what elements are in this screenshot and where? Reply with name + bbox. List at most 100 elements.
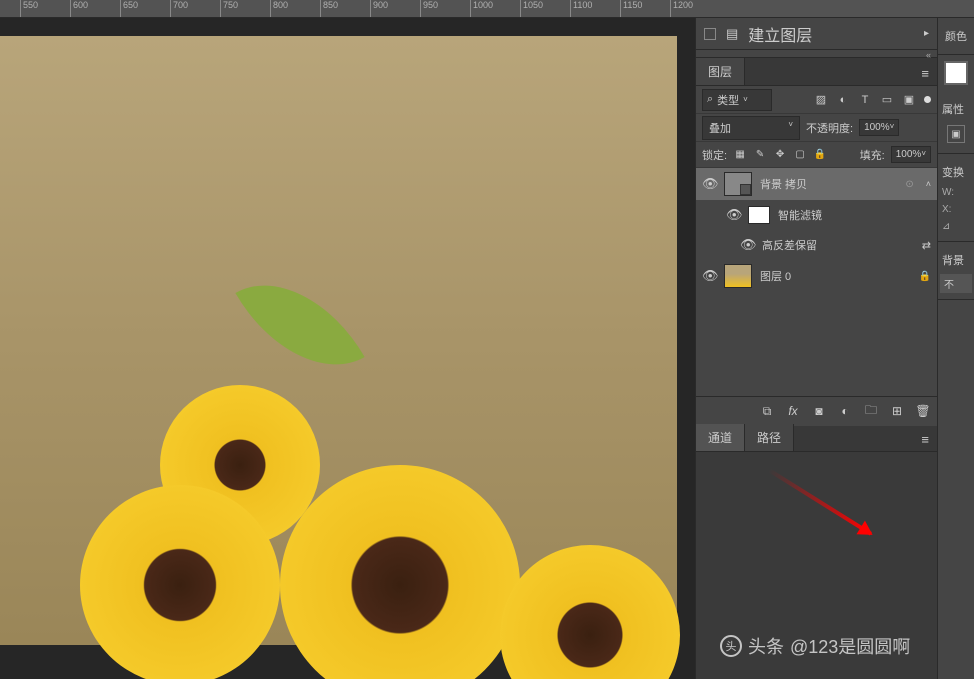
angle-icon: ⊿: [942, 221, 950, 232]
filter-pixel-icon[interactable]: ▨: [814, 93, 828, 107]
layer-thumbnail[interactable]: [724, 264, 752, 288]
tab-color[interactable]: 颜色: [938, 18, 974, 55]
fill-value: 100%: [896, 149, 922, 160]
layers-bottom-toolbar: ⧉ fx ◙ ◐ 🗀 ⊞ 🗑: [696, 396, 937, 426]
smart-filter-badge-icon[interactable]: ⊙: [905, 179, 913, 190]
layer-item-layer-0[interactable]: 👁 图层 0 🔒: [696, 260, 937, 292]
checkbox-icon[interactable]: [704, 28, 716, 40]
ruler-tick: 900: [370, 0, 388, 18]
visibility-eye-icon[interactable]: 👁: [740, 237, 754, 253]
panels-sidebar: ▤ 建立图层 ▸ « 图层 ≡ ⌕ 类型 ˅ ▨ ◐ T ▭ ▣: [695, 18, 937, 679]
canvas-workspace[interactable]: [0, 18, 695, 679]
ruler-horizontal: 550 600 650 700 750 800 850 900 950 1000…: [0, 0, 974, 18]
link-layers-icon[interactable]: ⧉: [759, 403, 775, 419]
background-label: 背景: [940, 248, 972, 272]
properties-thumbnail-icon[interactable]: ▣: [947, 125, 965, 143]
opacity-label: 不透明度:: [806, 120, 853, 136]
chevron-down-icon: ˅: [890, 122, 895, 133]
panel-menu-icon[interactable]: ≡: [913, 428, 937, 451]
filter-blending-options-icon[interactable]: ⇄: [922, 239, 931, 252]
filter-adjustment-icon[interactable]: ◐: [836, 93, 850, 107]
ruler-tick: 600: [70, 0, 88, 18]
blend-mode-row: 叠加 ˅ 不透明度: 100% ˅: [696, 114, 937, 142]
chevron-down-icon: ˅: [743, 95, 748, 104]
layers-panel-tabs: 图层 ≡: [696, 58, 937, 86]
layer-item-smart-filters[interactable]: 👁 智能滤镜: [696, 200, 937, 230]
search-icon: ⌕: [707, 93, 713, 106]
lock-position-icon[interactable]: ✥: [773, 148, 787, 162]
ruler-tick: 750: [220, 0, 238, 18]
lock-label: 锁定:: [702, 147, 727, 163]
image-content: [500, 545, 680, 679]
canvas-image[interactable]: [0, 36, 677, 645]
background-value-dropdown[interactable]: 不: [940, 274, 972, 293]
collapse-chevron-icon[interactable]: ▸: [924, 28, 929, 39]
layer-item-high-pass-filter[interactable]: 👁 高反差保留 ⇄: [696, 230, 937, 260]
tab-paths[interactable]: 路径: [745, 424, 794, 451]
layer-name-label[interactable]: 图层 0: [760, 268, 911, 284]
document-icon: ▤: [726, 26, 738, 42]
rightmost-dock: 颜色 属性 ▣ 变换 W: X: ⊿ 背景 不: [937, 18, 974, 679]
adjustment-layer-icon[interactable]: ◐: [837, 403, 853, 419]
ruler-tick: 950: [420, 0, 438, 18]
ruler-tick: 800: [270, 0, 288, 18]
tab-layers[interactable]: 图层: [696, 58, 745, 85]
filter-mask-thumbnail[interactable]: [748, 206, 770, 224]
ruler-tick: 700: [170, 0, 188, 18]
layer-name-label[interactable]: 智能滤镜: [778, 207, 931, 223]
layer-group-icon[interactable]: 🗀: [863, 403, 879, 419]
new-layer-icon[interactable]: ⊞: [889, 403, 905, 419]
image-content: [80, 485, 280, 679]
delete-layer-icon[interactable]: 🗑: [915, 403, 931, 419]
ruler-tick: 1000: [470, 0, 493, 18]
chevron-down-icon: ˅: [921, 149, 926, 160]
ruler-tick: 850: [320, 0, 338, 18]
chevron-down-icon: ˅: [788, 120, 793, 136]
visibility-eye-icon[interactable]: 👁: [702, 176, 716, 192]
lock-all-icon[interactable]: 🔒: [813, 148, 827, 162]
collapse-double-chevron-icon[interactable]: «: [926, 50, 931, 57]
visibility-eye-icon[interactable]: 👁: [702, 268, 716, 284]
lock-transparency-icon[interactable]: ▦: [733, 148, 747, 162]
history-state-label[interactable]: 建立图层: [748, 22, 812, 46]
panel-menu-icon[interactable]: ≡: [913, 62, 937, 85]
width-label: W:: [942, 187, 954, 198]
layer-item-background-copy[interactable]: 👁 背景 拷贝 ⊙ ˄: [696, 168, 937, 200]
image-content: [235, 253, 364, 397]
layer-name-label[interactable]: 背景 拷贝: [760, 176, 897, 192]
filter-type-label: 类型: [717, 92, 739, 108]
filter-shape-icon[interactable]: ▭: [880, 93, 894, 107]
filter-smartobj-icon[interactable]: ▣: [902, 93, 916, 107]
blend-mode-value: 叠加: [709, 120, 731, 136]
foreground-color-swatch[interactable]: [944, 61, 968, 85]
filter-type-icon[interactable]: T: [858, 93, 872, 107]
history-panel-header: ▤ 建立图层 ▸: [696, 18, 937, 50]
fill-label: 填充:: [860, 147, 885, 163]
ruler-tick: 550: [20, 0, 38, 18]
layer-effects-icon[interactable]: fx: [785, 403, 801, 419]
opacity-value: 100%: [864, 122, 890, 133]
lock-row: 锁定: ▦ ✎ ✥ ▢ 🔒 填充: 100% ˅: [696, 142, 937, 168]
layer-expand-caret-icon[interactable]: ˄: [926, 179, 931, 189]
blend-mode-dropdown[interactable]: 叠加 ˅: [702, 116, 800, 140]
filter-toggle-switch[interactable]: [924, 96, 931, 103]
lock-icon[interactable]: 🔒: [919, 271, 931, 282]
opacity-input[interactable]: 100% ˅: [859, 119, 899, 136]
fill-input[interactable]: 100% ˅: [891, 146, 931, 163]
tab-channels[interactable]: 通道: [696, 424, 745, 451]
filter-type-dropdown[interactable]: ⌕ 类型 ˅: [702, 89, 772, 111]
paths-panel-body[interactable]: [696, 452, 937, 679]
ruler-tick: 1050: [520, 0, 543, 18]
channels-paths-tabs: 通道 路径 ≡: [696, 426, 937, 452]
layer-thumbnail[interactable]: [724, 172, 752, 196]
visibility-eye-icon[interactable]: 👁: [726, 207, 740, 223]
lock-artboard-icon[interactable]: ▢: [793, 148, 807, 162]
image-content: [280, 465, 520, 679]
layer-mask-icon[interactable]: ◙: [811, 403, 827, 419]
layers-list: 👁 背景 拷贝 ⊙ ˄ 👁 智能滤镜 👁 高反差保留 ⇄ 👁 图层 0 🔒: [696, 168, 937, 396]
ruler-tick: 650: [120, 0, 138, 18]
tab-properties[interactable]: 属性: [940, 97, 972, 121]
layer-name-label[interactable]: 高反差保留: [762, 237, 914, 253]
lock-brush-icon[interactable]: ✎: [753, 148, 767, 162]
layer-filter-row: ⌕ 类型 ˅ ▨ ◐ T ▭ ▣: [696, 86, 937, 114]
